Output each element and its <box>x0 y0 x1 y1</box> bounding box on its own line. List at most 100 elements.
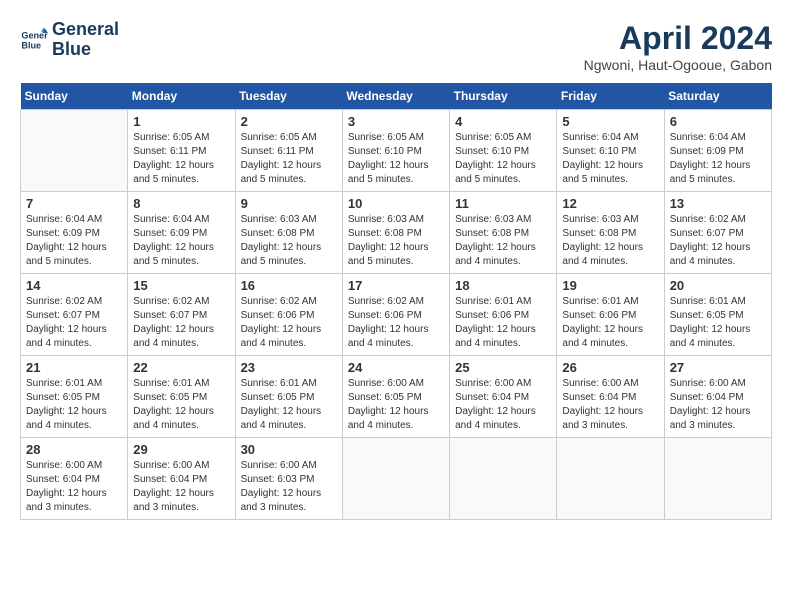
day-info: Sunrise: 6:02 AMSunset: 6:06 PMDaylight:… <box>348 295 444 351</box>
calendar-cell: 8Sunrise: 6:04 AMSunset: 6:09 PMDaylight… <box>128 192 235 274</box>
day-info: Sunrise: 6:01 AMSunset: 6:05 PMDaylight:… <box>26 377 122 433</box>
day-header-thursday: Thursday <box>450 83 557 110</box>
location: Ngwoni, Haut-Ogooue, Gabon <box>584 57 772 73</box>
day-number: 29 <box>133 442 229 457</box>
day-info: Sunrise: 6:01 AMSunset: 6:06 PMDaylight:… <box>455 295 551 351</box>
day-info: Sunrise: 6:01 AMSunset: 6:05 PMDaylight:… <box>133 377 229 433</box>
calendar-cell: 1 Sunrise: 6:05 AMSunset: 6:11 PMDaylight… <box>128 110 235 192</box>
day-number: 30 <box>241 442 337 457</box>
day-number: 1 <box>133 114 229 129</box>
month-year: April 2024 <box>584 20 772 57</box>
calendar-cell: 28 Sunrise: 6:00 AMSunset: 6:04 PMDayligh… <box>21 438 128 520</box>
day-header-wednesday: Wednesday <box>342 83 449 110</box>
day-number: 10 <box>348 196 444 211</box>
day-info: Sunrise: 6:04 AMSunset: 6:10 PMDaylight:… <box>562 131 658 187</box>
header: General Blue General Blue April 2024 Ngw… <box>20 20 772 73</box>
day-number: 5 <box>562 114 658 129</box>
day-info: Sunrise: 6:02 AMSunset: 6:07 PMDaylight:… <box>26 295 122 351</box>
day-number: 19 <box>562 278 658 293</box>
day-info: Sunrise: 6:01 AMSunset: 6:05 PMDaylight:… <box>241 377 337 433</box>
day-number: 2 <box>241 114 337 129</box>
calendar-cell: 9 Sunrise: 6:03 AMSunset: 6:08 PMDaylight… <box>235 192 342 274</box>
day-info: Sunrise: 6:00 AMSunset: 6:04 PMDaylight:… <box>455 377 551 433</box>
day-number: 16 <box>241 278 337 293</box>
day-number: 28 <box>26 442 122 457</box>
day-number: 14 <box>26 278 122 293</box>
day-info: Sunrise: 6:04 AMSunset: 6:09 PMDaylight:… <box>670 131 766 187</box>
day-header-saturday: Saturday <box>664 83 771 110</box>
day-info: Sunrise: 6:00 AMSunset: 6:04 PMDaylight:… <box>562 377 658 433</box>
calendar-cell: 12Sunrise: 6:03 AMSunset: 6:08 PMDayligh… <box>557 192 664 274</box>
calendar-cell: 14 Sunrise: 6:02 AMSunset: 6:07 PMDayligh… <box>21 274 128 356</box>
calendar-cell: 15 Sunrise: 6:02 AMSunset: 6:07 PMDayligh… <box>128 274 235 356</box>
calendar-cell: 23 Sunrise: 6:01 AMSunset: 6:05 PMDayligh… <box>235 356 342 438</box>
day-number: 21 <box>26 360 122 375</box>
day-info: Sunrise: 6:01 AMSunset: 6:05 PMDaylight:… <box>670 295 766 351</box>
calendar-cell: 30 Sunrise: 6:00 AMSunset: 6:03 PMDayligh… <box>235 438 342 520</box>
day-number: 27 <box>670 360 766 375</box>
day-info: Sunrise: 6:04 AMSunset: 6:09 PMDaylight:… <box>26 213 122 269</box>
day-header-friday: Friday <box>557 83 664 110</box>
day-number: 7 <box>26 196 122 211</box>
logo-text: General Blue <box>52 20 119 60</box>
logo: General Blue General Blue <box>20 20 119 60</box>
calendar-header-row: SundayMondayTuesdayWednesdayThursdayFrid… <box>21 83 772 110</box>
calendar-cell: 18 Sunrise: 6:01 AMSunset: 6:06 PMDayligh… <box>450 274 557 356</box>
logo-icon: General Blue <box>20 26 48 54</box>
day-info: Sunrise: 6:05 AMSunset: 6:10 PMDaylight:… <box>455 131 551 187</box>
day-info: Sunrise: 6:03 AMSunset: 6:08 PMDaylight:… <box>455 213 551 269</box>
day-number: 4 <box>455 114 551 129</box>
title-area: April 2024 Ngwoni, Haut-Ogooue, Gabon <box>584 20 772 73</box>
day-info: Sunrise: 6:01 AMSunset: 6:06 PMDaylight:… <box>562 295 658 351</box>
calendar-week-row: 21 Sunrise: 6:01 AMSunset: 6:05 PMDayligh… <box>21 356 772 438</box>
day-number: 23 <box>241 360 337 375</box>
calendar-cell: 7 Sunrise: 6:04 AMSunset: 6:09 PMDaylight… <box>21 192 128 274</box>
calendar-cell: 6 Sunrise: 6:04 AMSunset: 6:09 PMDaylight… <box>664 110 771 192</box>
day-info: Sunrise: 6:03 AMSunset: 6:08 PMDaylight:… <box>348 213 444 269</box>
calendar-week-row: 28 Sunrise: 6:00 AMSunset: 6:04 PMDayligh… <box>21 438 772 520</box>
day-info: Sunrise: 6:05 AMSunset: 6:10 PMDaylight:… <box>348 131 444 187</box>
day-header-sunday: Sunday <box>21 83 128 110</box>
day-number: 11 <box>455 196 551 211</box>
calendar-cell: 25Sunrise: 6:00 AMSunset: 6:04 PMDayligh… <box>450 356 557 438</box>
calendar-cell: 20Sunrise: 6:01 AMSunset: 6:05 PMDayligh… <box>664 274 771 356</box>
calendar-cell <box>342 438 449 520</box>
day-number: 12 <box>562 196 658 211</box>
calendar-cell: 10 Sunrise: 6:03 AMSunset: 6:08 PMDayligh… <box>342 192 449 274</box>
calendar-week-row: 14 Sunrise: 6:02 AMSunset: 6:07 PMDayligh… <box>21 274 772 356</box>
day-info: Sunrise: 6:00 AMSunset: 6:04 PMDaylight:… <box>670 377 766 433</box>
calendar-cell <box>21 110 128 192</box>
day-info: Sunrise: 6:04 AMSunset: 6:09 PMDaylight:… <box>133 213 229 269</box>
day-info: Sunrise: 6:02 AMSunset: 6:07 PMDaylight:… <box>133 295 229 351</box>
day-number: 26 <box>562 360 658 375</box>
day-info: Sunrise: 6:00 AMSunset: 6:03 PMDaylight:… <box>241 459 337 515</box>
day-header-monday: Monday <box>128 83 235 110</box>
day-info: Sunrise: 6:00 AMSunset: 6:05 PMDaylight:… <box>348 377 444 433</box>
day-info: Sunrise: 6:03 AMSunset: 6:08 PMDaylight:… <box>241 213 337 269</box>
day-header-tuesday: Tuesday <box>235 83 342 110</box>
calendar-table: SundayMondayTuesdayWednesdayThursdayFrid… <box>20 83 772 520</box>
day-info: Sunrise: 6:05 AMSunset: 6:11 PMDaylight:… <box>133 131 229 187</box>
day-info: Sunrise: 6:02 AMSunset: 6:06 PMDaylight:… <box>241 295 337 351</box>
calendar-cell <box>450 438 557 520</box>
day-number: 13 <box>670 196 766 211</box>
day-number: 3 <box>348 114 444 129</box>
day-number: 18 <box>455 278 551 293</box>
day-info: Sunrise: 6:00 AMSunset: 6:04 PMDaylight:… <box>26 459 122 515</box>
calendar-cell: 5 Sunrise: 6:04 AMSunset: 6:10 PMDaylight… <box>557 110 664 192</box>
calendar-cell: 29Sunrise: 6:00 AMSunset: 6:04 PMDayligh… <box>128 438 235 520</box>
calendar-cell: 11 Sunrise: 6:03 AMSunset: 6:08 PMDayligh… <box>450 192 557 274</box>
calendar-cell: 19 Sunrise: 6:01 AMSunset: 6:06 PMDayligh… <box>557 274 664 356</box>
calendar-week-row: 1 Sunrise: 6:05 AMSunset: 6:11 PMDaylight… <box>21 110 772 192</box>
day-number: 17 <box>348 278 444 293</box>
calendar-cell: 3 Sunrise: 6:05 AMSunset: 6:10 PMDaylight… <box>342 110 449 192</box>
day-info: Sunrise: 6:05 AMSunset: 6:11 PMDaylight:… <box>241 131 337 187</box>
calendar-cell: 27 Sunrise: 6:00 AMSunset: 6:04 PMDayligh… <box>664 356 771 438</box>
calendar-cell <box>664 438 771 520</box>
calendar-cell: 26 Sunrise: 6:00 AMSunset: 6:04 PMDayligh… <box>557 356 664 438</box>
day-number: 6 <box>670 114 766 129</box>
day-number: 15 <box>133 278 229 293</box>
day-number: 9 <box>241 196 337 211</box>
calendar-cell <box>557 438 664 520</box>
calendar-cell: 24Sunrise: 6:00 AMSunset: 6:05 PMDayligh… <box>342 356 449 438</box>
